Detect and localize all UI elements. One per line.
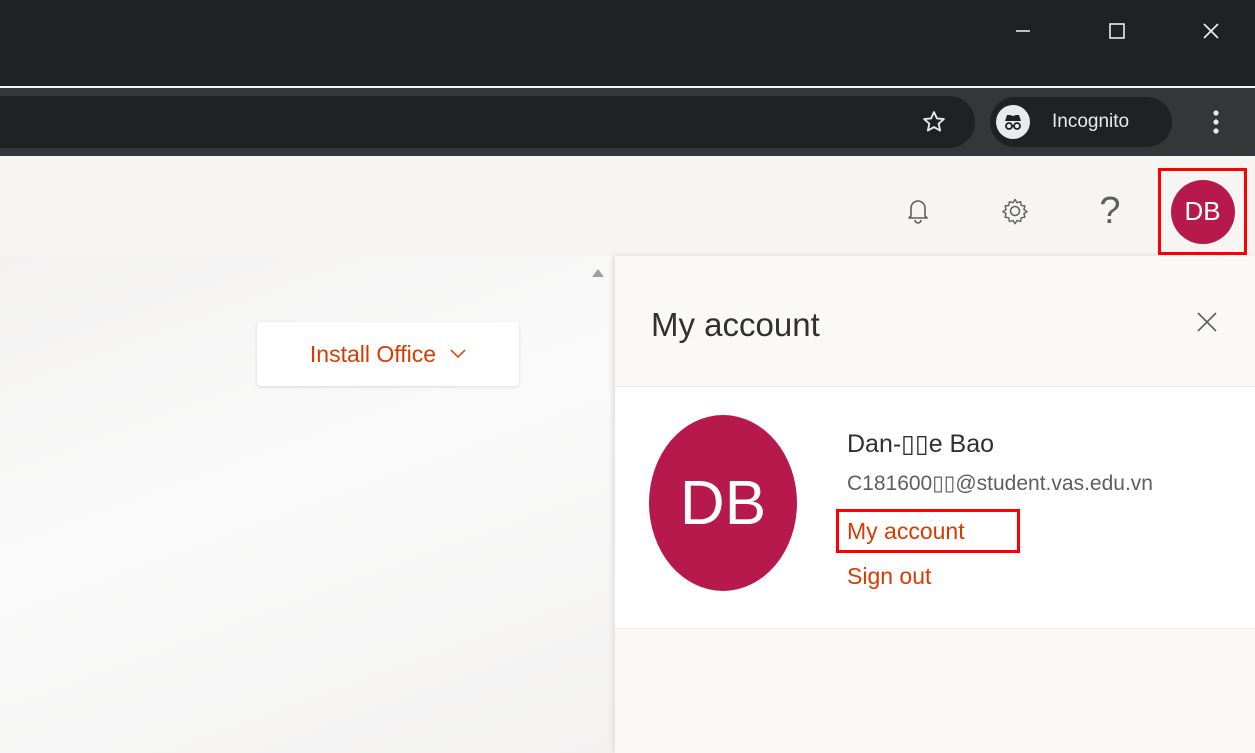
minimize-button[interactable]: [1000, 8, 1046, 54]
user-name: Dan-▯▯e Bao: [847, 430, 995, 458]
address-bar[interactable]: [0, 96, 975, 148]
close-icon: [1197, 312, 1217, 332]
sign-out-link[interactable]: Sign out: [847, 563, 931, 590]
maximize-icon: [1109, 23, 1125, 39]
bell-icon: [908, 200, 928, 224]
office-header: ?: [0, 156, 1255, 256]
chevron-down-icon: [450, 349, 466, 359]
close-window-button[interactable]: [1188, 8, 1234, 54]
notifications-button[interactable]: [893, 186, 943, 236]
settings-button[interactable]: [990, 186, 1040, 236]
avatar-large: DB: [649, 415, 797, 591]
close-icon: [1203, 23, 1219, 39]
my-account-link-highlight[interactable]: My account: [836, 509, 1020, 553]
install-office-button[interactable]: Install Office: [257, 322, 519, 386]
account-avatar-button[interactable]: DB: [1158, 168, 1247, 255]
minimize-icon: [1016, 30, 1030, 32]
close-panel-button[interactable]: [1187, 302, 1227, 342]
user-email: C181600▯▯@student.vas.edu.vn: [847, 472, 1153, 495]
maximize-button[interactable]: [1094, 8, 1140, 54]
avatar: DB: [1170, 179, 1235, 244]
browser-titlebar: [0, 0, 1255, 86]
more-vertical-icon: [1213, 110, 1219, 134]
my-account-panel: My account DB Dan-▯▯e Bao C181600▯▯@stud…: [615, 256, 1255, 753]
gear-icon: [1002, 198, 1028, 225]
scroll-up-button[interactable]: [591, 266, 605, 280]
incognito-badge[interactable]: Incognito: [990, 97, 1172, 147]
star-icon: [923, 111, 945, 132]
browser-toolbar: Incognito: [0, 88, 1255, 156]
panel-title: My account: [651, 306, 820, 343]
question-icon: ?: [1099, 189, 1121, 232]
my-account-link[interactable]: My account: [847, 518, 965, 545]
profile-card: DB Dan-▯▯e Bao C181600▯▯@student.vas.edu…: [615, 386, 1255, 629]
install-office-label: Install Office: [309, 340, 437, 367]
triangle-up-icon: [592, 269, 604, 277]
help-button[interactable]: ?: [1085, 186, 1135, 236]
browser-menu-button[interactable]: [1196, 102, 1236, 142]
incognito-icon: [996, 105, 1030, 139]
incognito-label: Incognito: [1052, 111, 1130, 132]
bookmark-button[interactable]: [914, 102, 954, 142]
